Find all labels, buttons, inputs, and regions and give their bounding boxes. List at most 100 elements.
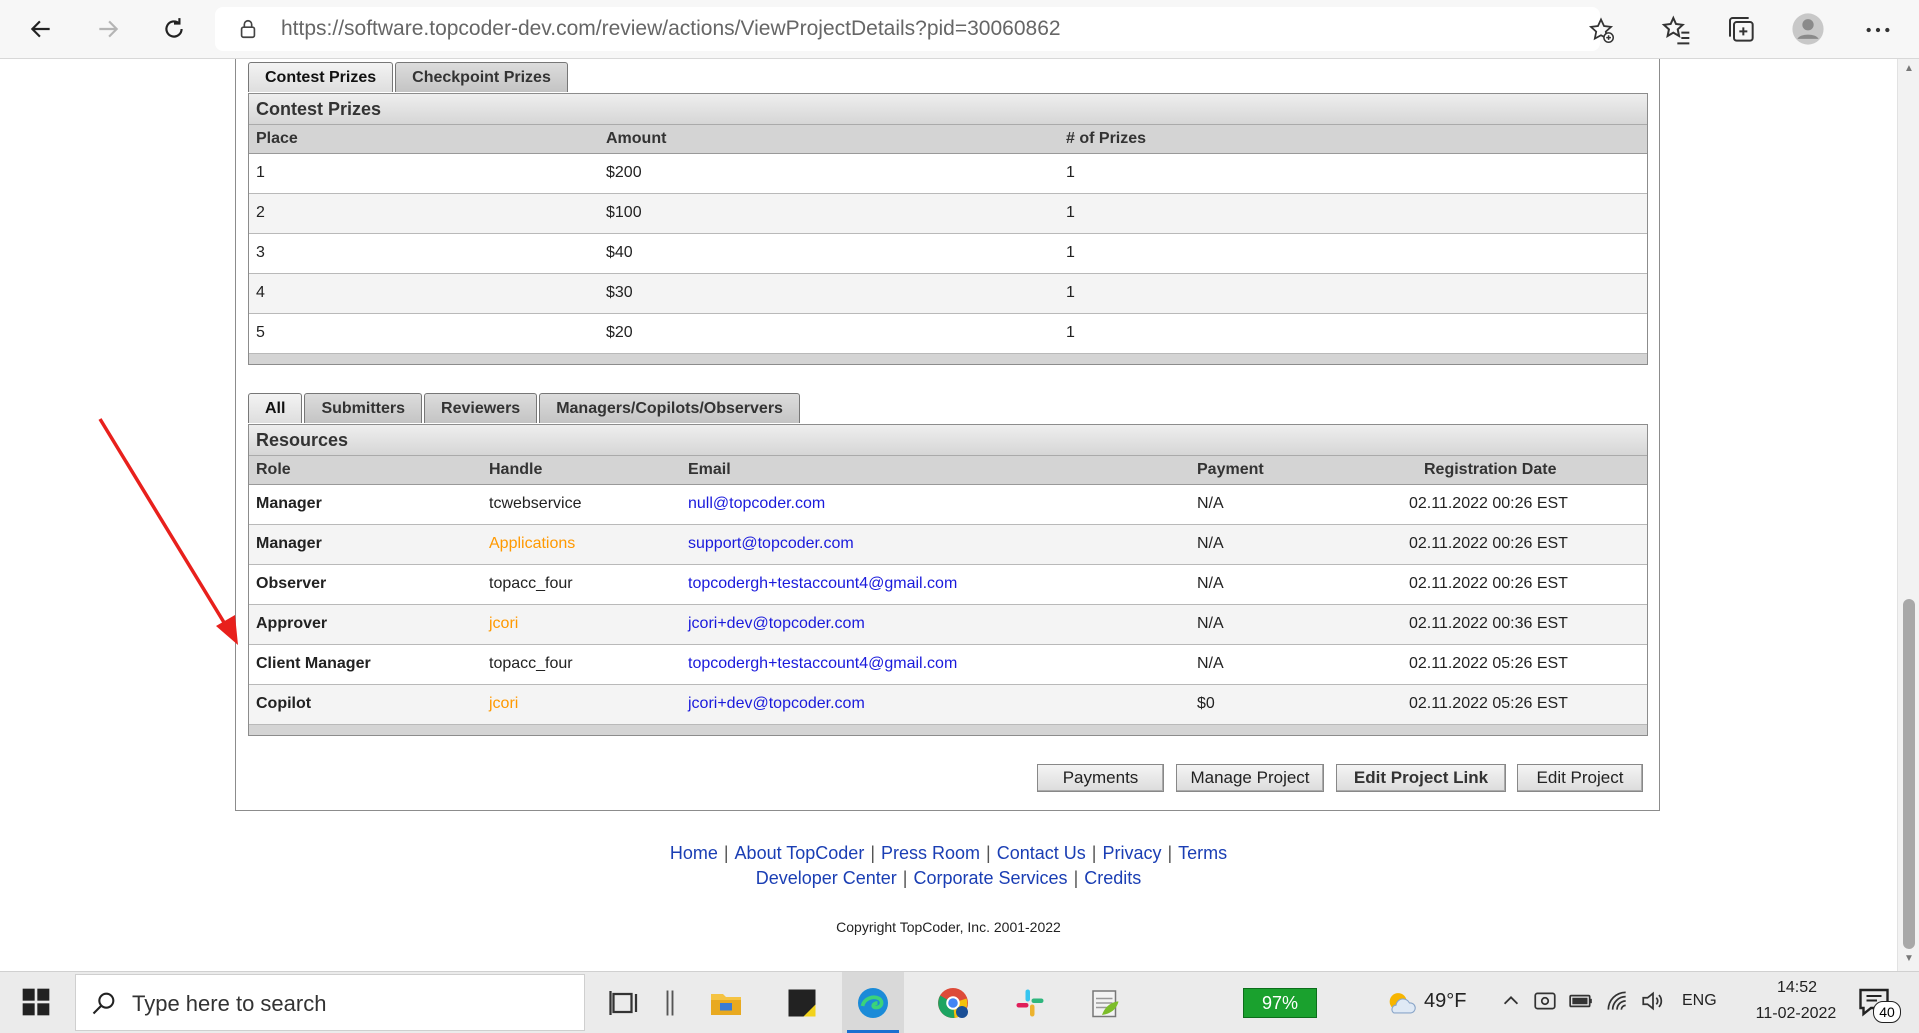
page-scrollbar[interactable]: ▲ ▼	[1897, 59, 1919, 971]
table-row: Client Manager topacc_four topcodergh+test…	[249, 645, 1647, 685]
column-header: Amount	[606, 130, 667, 147]
footer-link-contact-us[interactable]: Contact Us	[997, 843, 1086, 863]
forward-button[interactable]	[89, 11, 127, 47]
resource-handle[interactable]: jcori	[489, 615, 518, 633]
resource-email-link[interactable]: topcodergh+testaccount4@gmail.com	[688, 655, 957, 673]
profile-avatar-icon[interactable]	[1791, 12, 1825, 46]
resource-role: Observer	[256, 575, 327, 592]
resource-email-link[interactable]: topcodergh+testaccount4@gmail.com	[688, 575, 957, 593]
input-language[interactable]: ENG	[1682, 992, 1717, 1010]
refresh-button[interactable]	[155, 11, 193, 47]
resource-email-link[interactable]: null@topcoder.com	[688, 495, 825, 513]
weather-sun-icon[interactable]	[1384, 986, 1418, 1020]
wifi-icon[interactable]	[1604, 988, 1630, 1014]
notepad-plus-icon[interactable]	[1087, 985, 1123, 1021]
collections-icon[interactable]	[1726, 14, 1758, 46]
resource-role: Copilot	[256, 695, 312, 712]
lock-icon[interactable]	[237, 18, 259, 40]
panel-title: Resources	[249, 425, 1647, 456]
tab-checkpoint-prizes[interactable]: Checkpoint Prizes	[395, 62, 568, 92]
edit-project-button[interactable]: Edit Project	[1517, 764, 1643, 792]
resource-payment: N/A	[1197, 655, 1224, 672]
column-header: Registration Date	[1424, 461, 1557, 478]
footer-link-terms[interactable]: Terms	[1178, 843, 1227, 863]
tab-submitters[interactable]: Submitters	[304, 393, 423, 423]
resource-email-link[interactable]: support@topcoder.com	[688, 535, 854, 553]
back-arrow-icon	[30, 20, 50, 38]
table-row: 5 $20 1	[249, 314, 1647, 354]
refresh-icon	[165, 18, 183, 38]
resource-payment: N/A	[1197, 615, 1224, 632]
volume-icon[interactable]	[1640, 988, 1666, 1014]
taskbar-search-box[interactable]: Type here to search	[75, 974, 585, 1031]
footer-link-about-topcoder[interactable]: About TopCoder	[735, 843, 865, 863]
footer-link-developer-center[interactable]: Developer Center	[756, 868, 897, 888]
slack-icon[interactable]	[1012, 985, 1048, 1021]
resource-handle: topacc_four	[489, 575, 573, 592]
windows-start-icon[interactable]	[20, 986, 52, 1018]
task-view-icon[interactable]	[606, 985, 642, 1021]
prize-place: 2	[256, 204, 265, 221]
resource-email-link[interactable]: jcori+dev@topcoder.com	[688, 695, 865, 713]
clock-time[interactable]: 14:52	[1762, 979, 1832, 997]
sticky-notes-icon[interactable]	[784, 985, 820, 1021]
resources-panel: Resources Role Handle Email Payment Regi…	[248, 424, 1648, 736]
prize-amount: $200	[606, 164, 642, 181]
back-button[interactable]	[22, 11, 60, 47]
address-bar[interactable]: https://software.topcoder-dev.com/review…	[215, 7, 1615, 51]
footer-link-credits[interactable]: Credits	[1084, 868, 1141, 888]
panel-footer	[249, 725, 1647, 735]
tab-reviewers[interactable]: Reviewers	[424, 393, 538, 423]
tab-all[interactable]: All	[248, 393, 303, 423]
panel-title: Contest Prizes	[249, 94, 1647, 125]
prize-place: 1	[256, 164, 265, 181]
weather-temperature[interactable]: 49°F	[1424, 990, 1466, 1013]
battery-percentage-badge[interactable]: 97%	[1243, 988, 1317, 1018]
edit-project-link-button[interactable]: Edit Project Link	[1336, 764, 1506, 792]
scroll-up-icon[interactable]: ▲	[1903, 63, 1915, 75]
payments-button[interactable]: Payments	[1037, 764, 1164, 792]
resource-registration-date: 02.11.2022 00:26 EST	[1409, 575, 1568, 592]
column-header: Place	[256, 130, 298, 147]
url-text[interactable]: https://software.topcoder-dev.com/review…	[281, 17, 1061, 41]
resource-handle[interactable]: Applications	[489, 535, 575, 553]
resource-registration-date: 02.11.2022 00:26 EST	[1409, 495, 1568, 512]
column-header: # of Prizes	[1066, 130, 1147, 147]
chrome-browser-icon[interactable]	[935, 985, 971, 1021]
link-separator: |	[1091, 843, 1097, 863]
chevron-up-icon[interactable]	[1500, 990, 1522, 1012]
prize-place: 3	[256, 244, 265, 261]
column-header: Email	[688, 461, 731, 478]
tab-contest-prizes[interactable]: Contest Prizes	[248, 62, 394, 92]
favorites-icon[interactable]	[1660, 14, 1692, 46]
clock-date[interactable]: 11-02-2022	[1736, 1005, 1856, 1023]
taskbar-divider-icon	[666, 990, 674, 1016]
notification-count-badge[interactable]: 40	[1873, 1001, 1901, 1023]
edge-browser-icon[interactable]	[855, 985, 891, 1021]
column-header: Handle	[489, 461, 543, 478]
prize-count: 1	[1066, 204, 1075, 221]
meet-now-icon[interactable]	[1532, 988, 1558, 1014]
resource-handle[interactable]: jcori	[489, 695, 518, 713]
table-row: Copilot jcori jcori+dev@topcoder.com $0 02.1…	[249, 685, 1647, 725]
footer-link-home[interactable]: Home	[670, 843, 718, 863]
scroll-down-icon[interactable]: ▼	[1903, 953, 1915, 965]
forward-arrow-icon	[99, 20, 119, 38]
footer-link-corporate-services[interactable]: Corporate Services	[913, 868, 1067, 888]
scroll-thumb[interactable]	[1903, 599, 1915, 949]
footer-links-row-1: Home | About TopCoder | Press Room | Contact U…	[0, 843, 1897, 864]
file-explorer-icon[interactable]	[708, 985, 744, 1021]
resources-table-header: Role Handle Email Payment Registration D…	[249, 456, 1647, 485]
tab-managers-copilots-observers[interactable]: Managers/Copilots/Observers	[539, 393, 800, 423]
windows-taskbar: Type here to search 97% 49°F ENG 14:52 1…	[0, 971, 1919, 1033]
manage-project-button[interactable]: Manage Project	[1176, 764, 1324, 792]
more-options-icon[interactable]	[1862, 14, 1894, 46]
battery-icon[interactable]	[1568, 988, 1594, 1014]
resource-email-link[interactable]: jcori+dev@topcoder.com	[688, 615, 865, 633]
table-row: Approver jcori jcori+dev@topcoder.com N/A 02…	[249, 605, 1647, 645]
add-favorite-icon[interactable]	[1587, 16, 1615, 44]
search-icon	[92, 992, 115, 1015]
footer-link-privacy[interactable]: Privacy	[1102, 843, 1161, 863]
link-separator: |	[1167, 843, 1173, 863]
footer-link-press-room[interactable]: Press Room	[881, 843, 980, 863]
